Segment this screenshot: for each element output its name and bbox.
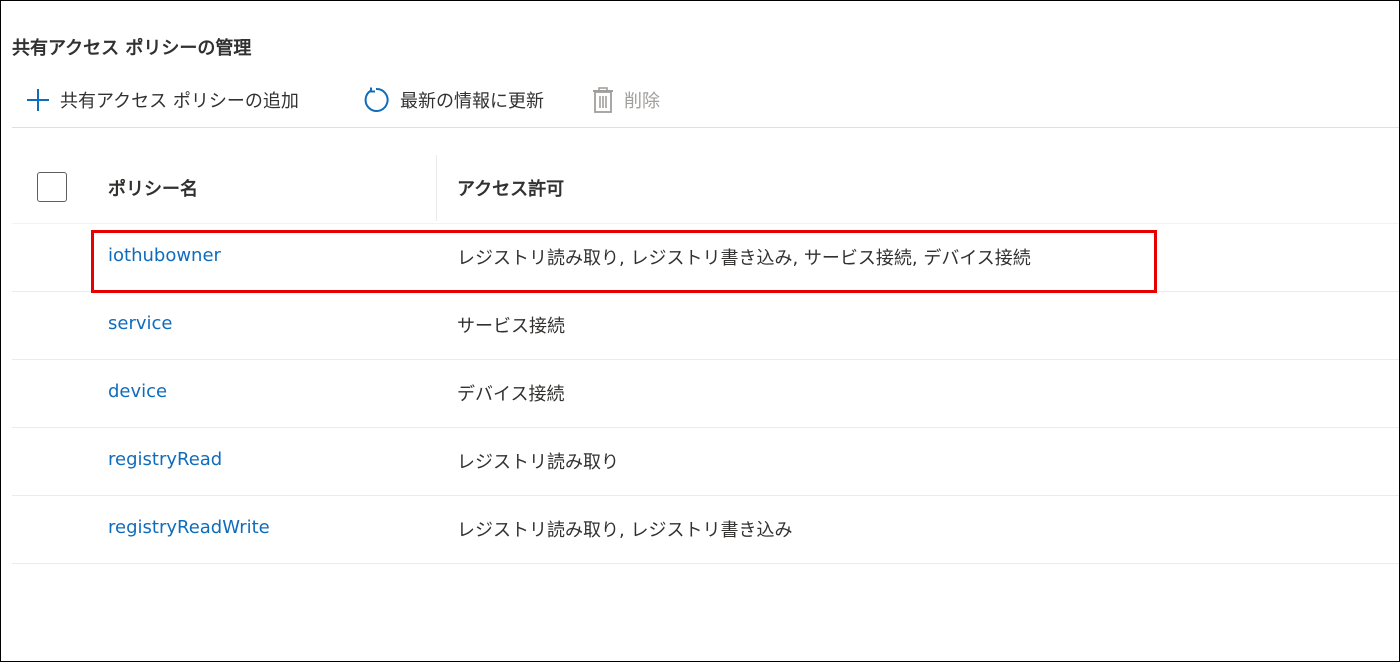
add-policy-label: 共有アクセス ポリシーの追加 [60,91,299,112]
policy-name-link[interactable]: device [108,381,167,402]
delete-label: 削除 [624,91,660,112]
table-row[interactable]: registryRead レジストリ読み取り [12,428,1399,496]
policy-permissions: レジストリ読み取り [457,452,619,473]
refresh-icon [362,86,390,114]
refresh-label: 最新の情報に更新 [400,91,544,112]
add-policy-button[interactable]: 共有アクセス ポリシーの追加 [26,87,299,113]
policy-permissions: サービス接続 [457,316,565,337]
delete-button[interactable]: 削除 [592,87,660,113]
table-row[interactable]: iothubowner レジストリ読み取り, レジストリ書き込み, サービス接続… [12,224,1399,292]
table-row[interactable]: device デバイス接続 [12,360,1399,428]
policy-name-link[interactable]: service [108,313,172,334]
app-frame: 共有アクセス ポリシーの管理 共有アクセス ポリシーの追加 最新の情報に更新 削… [0,0,1400,662]
select-all-checkbox[interactable] [37,172,67,202]
trash-icon [592,87,614,113]
policy-name-link[interactable]: registryRead [108,449,222,470]
toolbar: 共有アクセス ポリシーの追加 最新の情報に更新 削除 [12,81,1399,128]
column-divider[interactable] [436,155,437,221]
page-title: 共有アクセス ポリシーの管理 [12,38,252,59]
policy-name-link[interactable]: registryReadWrite [108,517,270,538]
column-header-policy-name[interactable]: ポリシー名 [108,175,198,201]
table-row[interactable]: registryReadWrite レジストリ読み取り, レジストリ書き込み [12,496,1399,564]
policy-permissions: レジストリ読み取り, レジストリ書き込み, サービス接続, デバイス接続 [457,248,1031,269]
refresh-button[interactable]: 最新の情報に更新 [362,87,544,113]
plus-icon [26,88,50,112]
grid-header: ポリシー名 アクセス許可 [12,151,1399,224]
policy-permissions: レジストリ読み取り, レジストリ書き込み [457,520,793,541]
table-row[interactable]: service サービス接続 [12,292,1399,360]
policy-permissions: デバイス接続 [457,384,565,405]
policy-name-link[interactable]: iothubowner [108,245,221,266]
policy-grid: ポリシー名 アクセス許可 iothubowner レジストリ読み取り, レジスト… [12,151,1399,564]
column-header-permissions[interactable]: アクセス許可 [457,175,564,201]
